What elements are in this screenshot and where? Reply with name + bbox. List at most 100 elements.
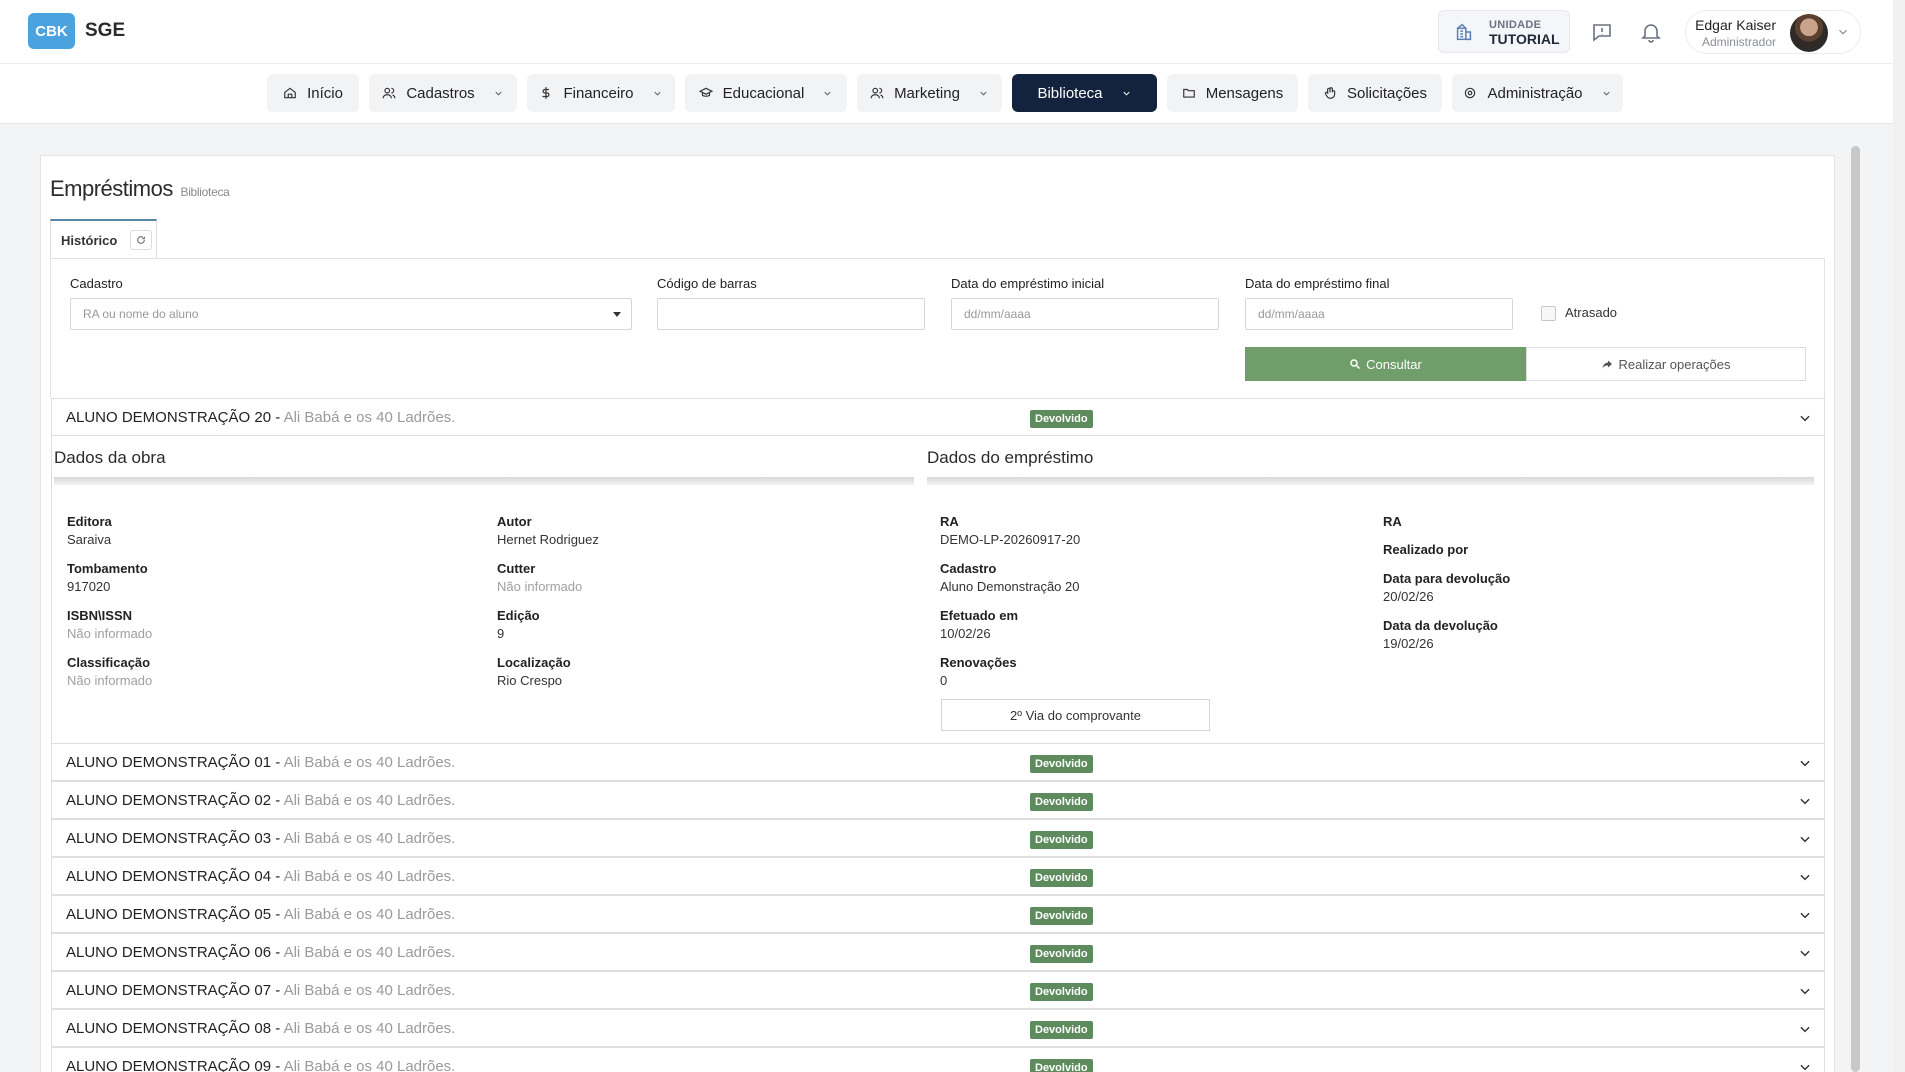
data-final-label: Data do empréstimo final	[1245, 276, 1390, 291]
field-label: Editora	[67, 514, 112, 529]
cadastro-select[interactable]: RA ou nome do aluno	[70, 298, 632, 330]
nav-label: Cadastros	[406, 84, 475, 102]
page-scrollbar[interactable]	[1893, 0, 1905, 1072]
loan-row[interactable]: ALUNO DEMONSTRAÇÃO 08 - Ali Babá e os 40…	[51, 1009, 1825, 1047]
book-title: Ali Babá e os 40 Ladrões.	[283, 982, 456, 999]
cadastro-label: Cadastro	[70, 276, 123, 291]
cadastro-value: Aluno Demonstração 20	[940, 579, 1080, 594]
field-label: Renovações	[940, 655, 1017, 670]
tab-historico[interactable]: Histórico	[50, 219, 157, 259]
student-name: ALUNO DEMONSTRAÇÃO 06	[66, 944, 272, 961]
book-title: Ali Babá e os 40 Ladrões.	[283, 792, 456, 809]
nav-inicio[interactable]: Início	[267, 74, 359, 112]
classificacao-value: Não informado	[67, 673, 153, 688]
renovacoes-value: 0	[940, 673, 948, 688]
data-prevista-value: 20/02/26	[1383, 589, 1434, 604]
nav-label: Solicitações	[1346, 84, 1428, 102]
nav-financeiro[interactable]: Financeiro	[527, 74, 675, 112]
chevron-down-icon[interactable]	[1798, 832, 1812, 846]
nav-mensagens[interactable]: Mensagens	[1167, 74, 1298, 112]
user-menu[interactable]: Edgar Kaiser Administrador	[1685, 10, 1861, 54]
operacoes-label: Realizar operações	[1618, 356, 1731, 372]
data-final-input[interactable]: dd/mm/aaaa	[1245, 298, 1513, 330]
home-icon	[284, 87, 296, 99]
section-divider	[927, 477, 1814, 485]
refresh-button[interactable]	[130, 230, 152, 250]
loan-row[interactable]: ALUNO DEMONSTRAÇÃO 06 - Ali Babá e os 40…	[51, 933, 1825, 971]
cadastro-placeholder: RA ou nome do aluno	[83, 307, 199, 321]
bell-icon[interactable]	[1639, 20, 1663, 44]
book-title: Ali Babá e os 40 Ladrões.	[283, 906, 456, 923]
loan-row[interactable]: ALUNO DEMONSTRAÇÃO 20 - Ali Babá e os 40…	[51, 398, 1825, 436]
barcode-input[interactable]	[657, 298, 925, 330]
nav-cadastros[interactable]: Cadastros	[369, 74, 517, 112]
cutter-value: Não informado	[497, 579, 583, 594]
top-header: CBK SGE UNIDADE TUTORIAL Edgar Kaiser Ad…	[0, 0, 1893, 64]
nav-label: Educacional	[722, 84, 805, 102]
tombamento-value: 917020	[67, 579, 111, 594]
chevron-down-icon	[980, 91, 987, 96]
data-inicial-label: Data do empréstimo inicial	[951, 276, 1105, 291]
chevron-down-icon[interactable]	[1798, 794, 1812, 808]
nav-label: Marketing	[894, 84, 960, 102]
student-name: ALUNO DEMONSTRAÇÃO 02	[66, 792, 272, 809]
nav-label: Início	[307, 84, 343, 102]
status-badge: Devolvido	[1030, 907, 1093, 925]
codigo-label: Código de barras	[657, 276, 757, 291]
chevron-down-icon[interactable]	[1798, 1022, 1812, 1036]
chevron-down-icon[interactable]	[1798, 946, 1812, 960]
content-scrollbar[interactable]	[1851, 146, 1860, 1072]
efetuado-value: 10/02/26	[940, 626, 991, 641]
section-divider	[54, 477, 914, 485]
chevron-down-icon[interactable]	[1798, 870, 1812, 884]
loan-row[interactable]: ALUNO DEMONSTRAÇÃO 04 - Ali Babá e os 40…	[51, 857, 1825, 895]
message-icon[interactable]	[1590, 20, 1614, 44]
logo[interactable]: CBK	[28, 13, 75, 49]
loan-row[interactable]: ALUNO DEMONSTRAÇÃO 02 - Ali Babá e os 40…	[51, 781, 1825, 819]
student-name: ALUNO DEMONSTRAÇÃO 08	[66, 1020, 272, 1037]
book-title: Ali Babá e os 40 Ladrões.	[283, 944, 456, 961]
status-badge: Devolvido	[1030, 410, 1093, 428]
atrasado-checkbox[interactable]	[1541, 306, 1556, 321]
loan-title: ALUNO DEMONSTRAÇÃO 06 - Ali Babá e os 40…	[66, 944, 456, 961]
loans-panel: Empréstimos Biblioteca Histórico Cadastr…	[40, 155, 1835, 1072]
unit-value: TUTORIAL	[1489, 30, 1560, 47]
student-name: ALUNO DEMONSTRAÇÃO 07	[66, 982, 272, 999]
loan-title: ALUNO DEMONSTRAÇÃO 20 - Ali Babá e os 40…	[66, 409, 456, 426]
page-title: Empréstimos Biblioteca	[50, 176, 230, 202]
loan-row[interactable]: ALUNO DEMONSTRAÇÃO 03 - Ali Babá e os 40…	[51, 819, 1825, 857]
nav-educacional[interactable]: Educacional	[685, 74, 847, 112]
loan-row[interactable]: ALUNO DEMONSTRAÇÃO 05 - Ali Babá e os 40…	[51, 895, 1825, 933]
chevron-down-icon[interactable]	[1798, 908, 1812, 922]
student-name: ALUNO DEMONSTRAÇÃO 04	[66, 868, 272, 885]
segunda-via-button[interactable]: 2º Via do comprovante	[941, 699, 1210, 731]
autor-value: Hernet Rodriguez	[497, 532, 599, 547]
nav-solicitacoes[interactable]: Solicitações	[1308, 74, 1442, 112]
field-label: Autor	[497, 514, 532, 529]
filter-form: Cadastro RA ou nome do aluno Código de b…	[50, 258, 1825, 398]
chevron-down-icon[interactable]	[1798, 984, 1812, 998]
loan-row[interactable]: ALUNO DEMONSTRAÇÃO 07 - Ali Babá e os 40…	[51, 971, 1825, 1009]
consultar-label: Consultar	[1366, 356, 1422, 372]
loan-row[interactable]: ALUNO DEMONSTRAÇÃO 09 - Ali Babá e os 40…	[51, 1047, 1825, 1072]
status-badge: Devolvido	[1030, 869, 1093, 887]
realizar-operacoes-button[interactable]: Realizar operações	[1526, 347, 1806, 381]
loan-row[interactable]: ALUNO DEMONSTRAÇÃO 01 - Ali Babá e os 40…	[51, 743, 1825, 781]
chevron-down-icon[interactable]	[1798, 756, 1812, 770]
localizacao-value: Rio Crespo	[497, 673, 563, 688]
chevron-down-icon[interactable]	[1798, 411, 1812, 425]
share-icon	[1602, 360, 1613, 369]
nav-administracao[interactable]: Administração	[1452, 74, 1623, 112]
search-icon	[1350, 359, 1361, 370]
chevron-down-icon[interactable]	[1798, 1060, 1812, 1072]
data-inicial-input[interactable]: dd/mm/aaaa	[951, 298, 1219, 330]
field-label: Edição	[497, 608, 540, 623]
field-label: Classificação	[67, 655, 151, 670]
page-title-text: Empréstimos	[50, 176, 173, 201]
consultar-button[interactable]: Consultar	[1245, 347, 1526, 381]
chevron-down-icon	[653, 91, 661, 96]
unit-selector[interactable]: UNIDADE TUTORIAL	[1438, 10, 1570, 53]
nav-biblioteca[interactable]: Biblioteca	[1012, 74, 1157, 112]
app-name: SGE	[85, 20, 126, 41]
nav-marketing[interactable]: Marketing	[857, 74, 1002, 112]
